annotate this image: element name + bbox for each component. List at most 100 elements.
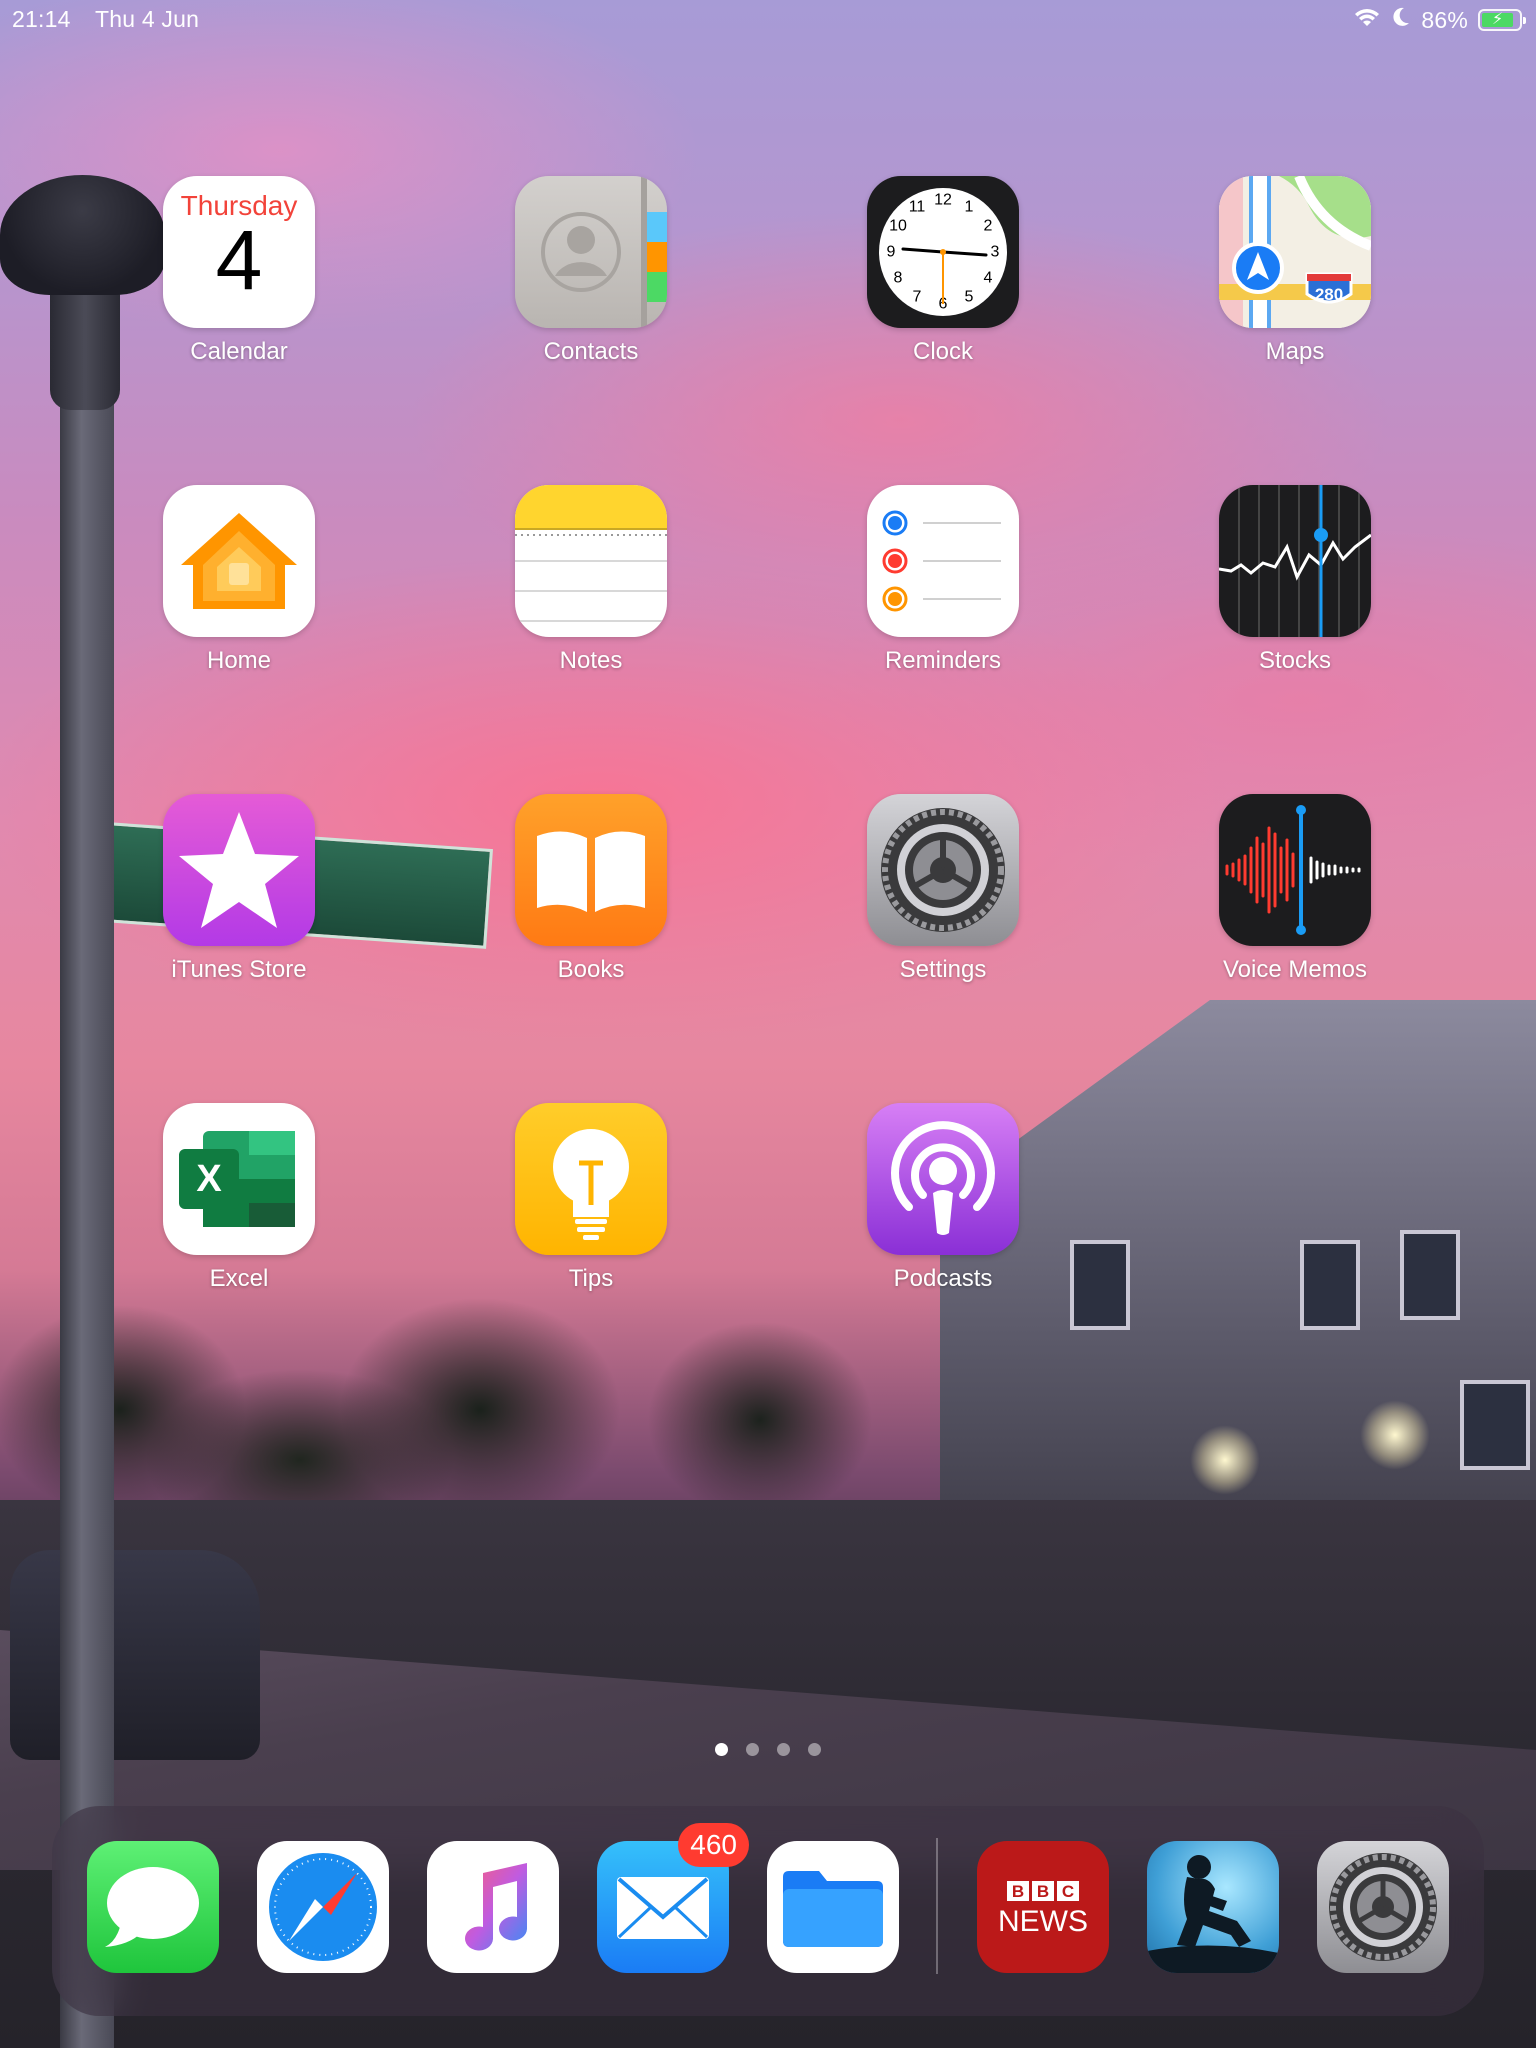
app-label: iTunes Store (171, 956, 307, 983)
app-label: Stocks (1258, 647, 1332, 674)
battery-charging-icon: ⚡ (1478, 9, 1526, 31)
calendar-day-number: 4 (215, 213, 263, 307)
page-dot[interactable] (746, 1743, 759, 1756)
speech-bubble-icon (87, 1841, 219, 1973)
app-contacts[interactable]: Contacts (441, 176, 741, 366)
app-label: Maps (1265, 338, 1325, 365)
page-dot[interactable] (777, 1743, 790, 1756)
app-maps[interactable]: 280 Maps (1145, 176, 1445, 366)
page-dot[interactable] (808, 1743, 821, 1756)
app-label: Voice Memos (1222, 956, 1368, 983)
dock-app-safari[interactable] (257, 1841, 389, 1973)
reminders-icon (867, 485, 1019, 637)
clock-numeral: 11 (909, 199, 926, 216)
app-settings[interactable]: Settings (793, 794, 1093, 984)
page-dot[interactable] (715, 1743, 728, 1756)
app-label: Notes (559, 647, 623, 674)
app-label: Clock (912, 338, 973, 365)
dock-divider (936, 1838, 938, 1974)
wallpaper-car (10, 1550, 260, 1760)
open-book-icon (515, 794, 667, 946)
dock-app-messages[interactable] (87, 1841, 219, 1973)
app-books[interactable]: Books (441, 794, 741, 984)
gear-icon (1317, 1841, 1449, 1973)
app-tips[interactable]: Tips (441, 1103, 741, 1293)
dock-app-music[interactable] (427, 1841, 559, 1973)
app-itunes-store[interactable]: iTunes Store (89, 794, 389, 984)
dock-app-mail[interactable]: 460 (597, 1823, 749, 1973)
svg-text:X: X (196, 1158, 222, 1200)
bbc-news-icon: B B C NEWS (977, 1841, 1109, 1973)
app-stocks[interactable]: Stocks (1145, 485, 1445, 675)
page-indicator[interactable] (0, 1743, 1536, 1756)
music-note-icon (427, 1841, 559, 1973)
notes-icon (515, 485, 667, 637)
app-voice-memos[interactable]: Voice Memos (1145, 794, 1445, 984)
app-home[interactable]: Home (89, 485, 389, 675)
app-calendar[interactable]: Thursday 4 Calendar (89, 176, 389, 366)
status-indicators: 86% ⚡ (1353, 6, 1526, 34)
status-time: 21:14 (12, 6, 71, 32)
porch-light (1190, 1425, 1260, 1495)
porch-light (1360, 1400, 1430, 1470)
svg-text:C: C (1062, 1882, 1074, 1901)
star-icon (163, 794, 315, 946)
calendar-icon: Thursday 4 (163, 176, 315, 328)
app-excel[interactable]: X Excel (89, 1103, 389, 1293)
battery-nub (1523, 17, 1526, 24)
contacts-icon (515, 176, 667, 328)
app-label: Books (557, 956, 625, 983)
clock-numeral: 12 (934, 192, 952, 209)
maps-icon: 280 (1219, 176, 1371, 328)
clock-numeral: 10 (889, 218, 907, 235)
status-date: Thu 4 Jun (95, 6, 200, 32)
app-label: Home (206, 647, 272, 674)
podcasts-icon (867, 1103, 1019, 1255)
wifi-icon (1353, 6, 1381, 34)
svg-text:B: B (1037, 1882, 1049, 1901)
clock-numeral: 7 (913, 289, 922, 306)
house-window (1400, 1230, 1460, 1320)
house-window (1300, 1240, 1360, 1330)
home-icon (163, 485, 315, 637)
compass-icon (257, 1841, 389, 1973)
mail-unread-badge: 460 (678, 1823, 749, 1867)
house-window (1460, 1380, 1530, 1470)
app-podcasts[interactable]: Podcasts (793, 1103, 1093, 1293)
clock-numeral: 9 (887, 244, 896, 261)
gear-icon (867, 794, 1019, 946)
app-label: Tips (568, 1265, 614, 1292)
clock-numeral: 1 (965, 199, 974, 216)
svg-text:280: 280 (1315, 285, 1343, 304)
app-label: Settings (899, 956, 987, 983)
app-label: Podcasts (893, 1265, 993, 1292)
app-notes[interactable]: Notes (441, 485, 741, 675)
clock-icon: 121234567891011 (867, 176, 1019, 328)
clock-numeral: 8 (894, 270, 903, 287)
dock: 460 B B C NEWS (52, 1806, 1484, 2016)
dock-app-kindle[interactable] (1147, 1841, 1279, 1973)
app-clock[interactable]: 121234567891011 Clock (793, 176, 1093, 366)
lightbulb-icon (515, 1103, 667, 1255)
app-label: Reminders (884, 647, 1002, 674)
folder-icon (767, 1841, 899, 1973)
charging-bolt-icon: ⚡ (1492, 11, 1504, 28)
battery-percent: 86% (1421, 6, 1468, 33)
dock-app-files[interactable] (767, 1841, 899, 1973)
svg-text:B: B (1012, 1882, 1024, 1901)
dock-app-settings[interactable] (1317, 1841, 1449, 1973)
app-reminders[interactable]: Reminders (793, 485, 1093, 675)
stocks-icon (1219, 485, 1371, 637)
status-bar: 21:14 Thu 4 Jun 86% ⚡ (0, 0, 1536, 40)
clock-numeral: 3 (991, 244, 1000, 261)
app-label: Excel (209, 1265, 269, 1292)
app-label: Calendar (190, 338, 288, 365)
clock-numeral: 2 (984, 218, 993, 235)
excel-icon: X (163, 1103, 315, 1255)
clock-numeral: 5 (965, 289, 974, 306)
kindle-reader-icon (1147, 1841, 1279, 1973)
moon-icon (1391, 6, 1411, 34)
dock-app-bbc-news[interactable]: B B C NEWS (977, 1841, 1109, 1973)
clock-numeral: 4 (984, 270, 993, 287)
app-label: Contacts (543, 338, 639, 365)
